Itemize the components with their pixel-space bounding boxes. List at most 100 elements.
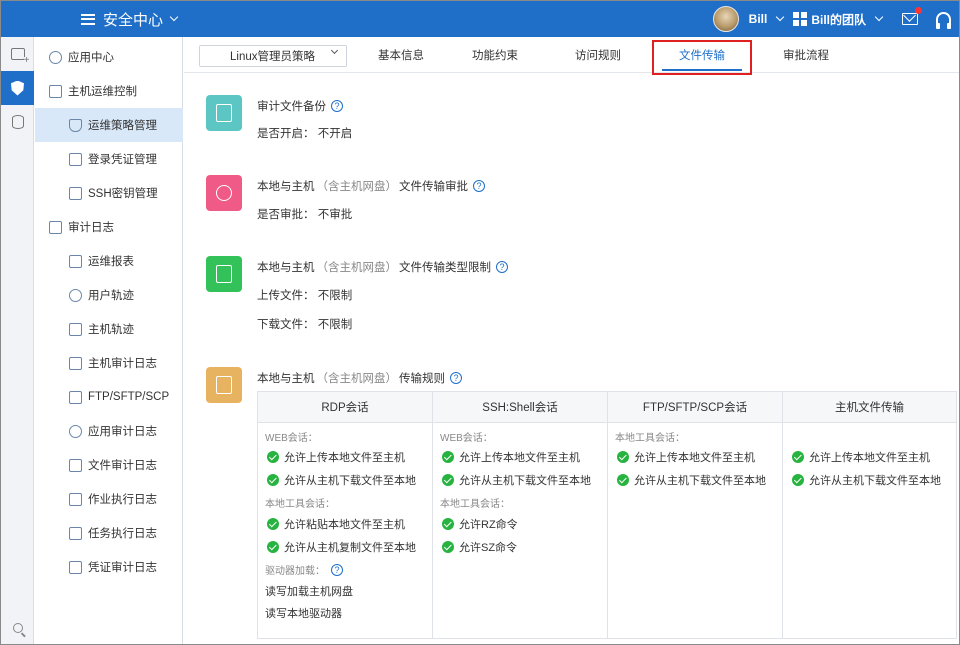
approval-icon (206, 175, 242, 211)
section-title-muted: （含主机网盘） (316, 181, 398, 193)
sidebar-item-label: 主机轨迹 (88, 324, 134, 336)
check-icon (267, 518, 279, 530)
sidebar-item-file-audit-log[interactable]: 文件审计日志 (35, 448, 183, 482)
field-label: 是否开启： (257, 128, 315, 140)
rail-item-apps[interactable] (1, 37, 34, 71)
app-audit-icon (69, 424, 82, 438)
check-icon (267, 474, 279, 486)
section-title-muted: （含主机网盘） (316, 373, 398, 385)
ftp-icon (69, 390, 82, 404)
help-icon[interactable]: ? (473, 180, 485, 192)
sidebar-item-user-trail[interactable]: 用户轨迹 (35, 278, 183, 312)
check-icon (442, 518, 454, 530)
sidebar-item-label: 登录凭证管理 (88, 154, 157, 166)
sidebar-item-label: 文件审计日志 (88, 460, 157, 472)
messages-button[interactable] (902, 7, 922, 25)
menu-icon[interactable] (81, 13, 95, 25)
file-type-limit-icon (206, 256, 242, 292)
sidebar-item-app-audit-log[interactable]: 应用审计日志 (35, 414, 183, 448)
sidebar-item-audit-log[interactable]: 审计日志 (35, 210, 183, 244)
sidebar-item-host-ops[interactable]: 主机运维控制 (35, 74, 183, 108)
rule-item: 允许上传本地文件至主机 (442, 449, 580, 465)
chevron-down-icon[interactable] (874, 12, 884, 22)
tab-access-rules[interactable]: 访问规则 (551, 37, 645, 73)
sidebar-item-credential-audit-log[interactable]: 凭证审计日志 (35, 550, 183, 584)
avatar[interactable] (712, 6, 739, 32)
section-title-muted: （含主机网盘） (316, 262, 398, 274)
help-icon[interactable]: ? (331, 100, 343, 112)
rule-item: 允许上传本地文件至主机 (267, 449, 405, 465)
rail-item-database[interactable] (1, 105, 34, 139)
rule-text: 允许上传本地文件至主机 (809, 452, 930, 464)
sidebar-item-label: 审计日志 (68, 222, 114, 234)
sidebar: 应用中心 主机运维控制 运维策略管理 登录凭证管理 SSH密钥管理 审计日志 运… (35, 37, 183, 644)
sidebar-item-label: 用户轨迹 (88, 290, 134, 302)
rule-text: 允许从主机下载文件至本地 (284, 475, 416, 487)
rail-item-security[interactable] (1, 71, 34, 105)
rail-item-search[interactable] (1, 611, 34, 644)
policy-select-value: Linux管理员策略 (230, 51, 315, 63)
sidebar-item-ops-policy[interactable]: 运维策略管理 (35, 108, 183, 142)
sidebar-item-task-exec-log[interactable]: 任务执行日志 (35, 516, 183, 550)
field-value: 不限制 (317, 319, 353, 331)
sidebar-item-ops-report[interactable]: 运维报表 (35, 244, 183, 278)
highlight-box (652, 40, 752, 75)
rules-column-host-transfer: 主机文件传输 允许上传本地文件至主机 允许从主机下载文件至本地 (783, 392, 956, 638)
group-label: 本地工具会话： (615, 433, 685, 444)
user-name[interactable]: Bill (749, 12, 768, 26)
sidebar-item-ftp-sftp-scp[interactable]: FTP/SFTP/SCP (35, 380, 183, 414)
sidebar-item-app-center[interactable]: 应用中心 (35, 40, 183, 74)
tab-label: 功能约束 (472, 50, 518, 62)
chevron-down-icon[interactable] (776, 12, 785, 22)
tab-approval-flow[interactable]: 审批流程 (759, 37, 853, 73)
field-label: 上传文件： (257, 290, 315, 302)
tab-label: 审批流程 (783, 50, 829, 62)
user-trail-icon (69, 288, 82, 302)
team-name[interactable]: Bill的团队 (811, 11, 866, 28)
check-icon (792, 451, 804, 463)
tab-function-constraints[interactable]: 功能约束 (448, 37, 542, 73)
sidebar-item-job-exec-log[interactable]: 作业执行日志 (35, 482, 183, 516)
app-window: 安全中心 Bill Bill的团队 应用中心 主机运维控制 运维策略管理 登录凭… (0, 0, 960, 645)
sidebar-item-label: 作业执行日志 (88, 494, 157, 506)
help-icon[interactable]: ? (331, 563, 343, 576)
rules-column-ftp: FTP/SFTP/SCP会话 本地工具会话： 允许上传本地文件至主机 允许从主机… (608, 392, 783, 638)
app-center-icon (49, 50, 62, 64)
field-label: 是否审批： (257, 209, 315, 221)
section-title-text: 本地与主机 (257, 181, 315, 193)
drive-item: 读写本地驱动器 (265, 608, 342, 620)
rules-column-ssh: SSH:Shell会话 WEB会话： 允许上传本地文件至主机 允许从主机下载文件… (433, 392, 608, 638)
help-icon[interactable]: ? (496, 261, 508, 273)
top-bar: 安全中心 Bill Bill的团队 (1, 1, 959, 37)
drive-item: 读写加载主机网盘 (265, 586, 353, 598)
policy-select[interactable]: Linux管理员策略 (199, 45, 347, 67)
field-label: 下载文件： (257, 319, 315, 331)
sidebar-item-login-credentials[interactable]: 登录凭证管理 (35, 142, 183, 176)
credential-icon (69, 152, 82, 166)
check-icon (442, 474, 454, 486)
rule-text: 允许从主机复制文件至本地 (284, 542, 416, 554)
tab-basic-info[interactable]: 基本信息 (354, 37, 448, 73)
headset-icon[interactable] (936, 12, 951, 29)
rules-column-rdp: RDP会话 WEB会话： 允许上传本地文件至主机 允许从主机下载文件至本地 本地… (258, 392, 433, 638)
rule-item: 允许SZ命令 (442, 539, 517, 555)
group-label-text: 驱动器加载： (265, 566, 325, 577)
section-title-text: 本地与主机 (257, 373, 315, 385)
check-icon (617, 474, 629, 486)
group-label: WEB会话： (440, 433, 493, 444)
field-value: 不审批 (317, 209, 353, 221)
sidebar-item-host-audit-log[interactable]: 主机审计日志 (35, 346, 183, 380)
section-title-text: 审计文件备份 (257, 101, 326, 113)
audit-log-icon (49, 220, 62, 234)
rule-item: 允许粘贴本地文件至主机 (267, 516, 405, 532)
app-switcher[interactable]: 安全中心 (81, 1, 179, 37)
sidebar-item-host-trail[interactable]: 主机轨迹 (35, 312, 183, 346)
help-icon[interactable]: ? (450, 372, 462, 384)
report-icon (69, 254, 82, 268)
cloud-file-icon (69, 458, 82, 472)
section-title: 本地与主机 （含主机网盘） 文件传输审批 ? (257, 178, 485, 194)
sidebar-item-ssh-keys[interactable]: SSH密钥管理 (35, 176, 183, 210)
download-limit-row: 下载文件： 不限制 (257, 316, 352, 332)
chevron-down-icon (330, 46, 339, 55)
column-header: FTP/SFTP/SCP会话 (608, 392, 782, 423)
